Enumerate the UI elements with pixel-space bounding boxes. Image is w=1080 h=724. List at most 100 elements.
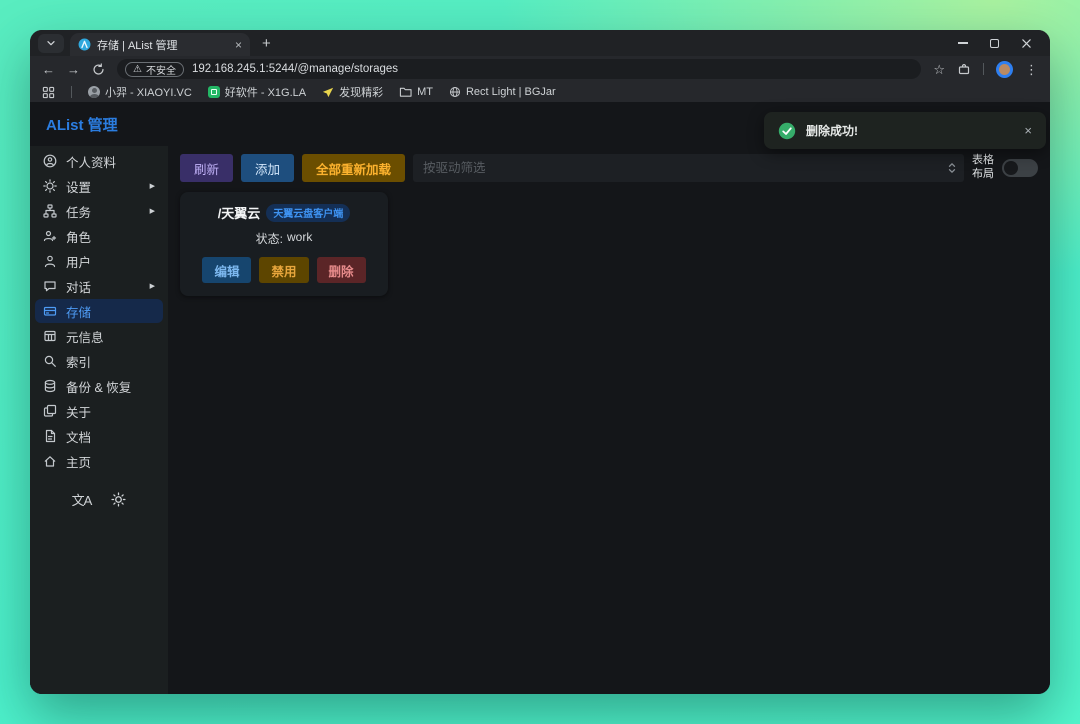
- forward-icon[interactable]: →: [67, 63, 80, 76]
- warning-icon: ⚠: [133, 64, 142, 75]
- apps-grid-icon[interactable]: [42, 86, 55, 99]
- docs-icon: [43, 429, 57, 443]
- storages-main: 刷新 添加 全部重新加载 表格 布局: [168, 146, 1050, 694]
- avatar-face: [999, 64, 1010, 75]
- filter-wrapper: [413, 154, 964, 182]
- chat-icon: [43, 279, 57, 293]
- sidebar-item-label: 存储: [66, 302, 91, 321]
- storage-icon: [43, 304, 57, 318]
- bookmarks-bar: 小羿 - XIAOYI.VC 好软件 - X1G.LA 发现精彩 MT: [30, 82, 1050, 102]
- sidebar-item-settings[interactable]: 设置 ▶: [35, 174, 163, 198]
- security-label: 不安全: [146, 62, 176, 77]
- toggle-knob: [1004, 161, 1018, 175]
- sort-arrows-icon[interactable]: [947, 161, 957, 175]
- app-title: AList 管理: [46, 114, 118, 135]
- storage-card-actions: 编辑 禁用 删除: [202, 257, 365, 283]
- bookmark-item[interactable]: 好软件 - X1G.LA: [208, 84, 306, 100]
- bookmark-item[interactable]: 小羿 - XIAOYI.VC: [88, 84, 192, 100]
- profile-avatar[interactable]: [996, 61, 1013, 78]
- add-button[interactable]: 添加: [241, 154, 294, 182]
- window-controls: [958, 38, 1040, 49]
- sidebar-item-home[interactable]: 主页: [35, 449, 163, 473]
- mount-path: /天翼云: [218, 203, 261, 222]
- delete-button[interactable]: 删除: [317, 257, 366, 283]
- sidebar-item-label: 任务: [66, 202, 91, 221]
- reload-all-button[interactable]: 全部重新加载: [302, 154, 405, 182]
- new-tab-button[interactable]: +: [262, 35, 271, 52]
- toast-close-icon[interactable]: ×: [1024, 123, 1032, 138]
- settings-icon: [43, 179, 57, 193]
- driver-filter-input[interactable]: [413, 154, 964, 182]
- home-icon: [43, 454, 57, 468]
- tasks-icon: [43, 204, 57, 218]
- folder-icon: [399, 86, 412, 98]
- globe-icon: [449, 86, 461, 98]
- security-chip[interactable]: ⚠ 不安全: [125, 62, 184, 77]
- sidebar-item-label: 索引: [66, 352, 91, 371]
- bookmark-label: Rect Light | BGJar: [466, 86, 556, 98]
- language-switch-icon[interactable]: 文A: [72, 490, 92, 509]
- backup-icon: [43, 379, 57, 393]
- table-layout-label: 表格 布局: [972, 154, 994, 182]
- edit-button[interactable]: 编辑: [202, 257, 251, 283]
- sidebar-item-metas[interactable]: 元信息: [35, 324, 163, 348]
- refresh-button[interactable]: 刷新: [180, 154, 233, 182]
- bookmarks-separator: [71, 86, 72, 98]
- bookmark-item[interactable]: 发现精彩: [322, 84, 383, 100]
- theme-sun-icon[interactable]: [111, 492, 126, 507]
- sidebar-item-label: 角色: [66, 227, 91, 246]
- browser-window: 存储 | AList 管理 × + ← → ⚠ 不安全 192.168.245.…: [30, 30, 1050, 694]
- bookmark-star-icon[interactable]: ☆: [933, 63, 945, 76]
- minimize-icon[interactable]: [958, 42, 968, 43]
- extensions-icon[interactable]: [957, 62, 971, 76]
- chevron-right-icon: ▶: [150, 182, 155, 190]
- success-check-icon: [778, 122, 796, 140]
- page-body: 个人资料 设置 ▶ 任务 ▶ 角色: [30, 146, 1050, 694]
- bookmark-item[interactable]: MT: [399, 86, 433, 98]
- sidebar-item-conversations[interactable]: 对话 ▶: [35, 274, 163, 298]
- bookmark-item[interactable]: Rect Light | BGJar: [449, 86, 556, 98]
- tab-search-button[interactable]: [38, 34, 64, 53]
- sidebar-item-label: 备份 & 恢复: [66, 377, 131, 396]
- users-icon: [43, 254, 57, 268]
- browser-menu-icon[interactable]: ⋮: [1025, 63, 1038, 76]
- bookmark-plane-icon: [322, 86, 334, 98]
- sidebar-item-storages[interactable]: 存储: [35, 299, 163, 323]
- sidebar-item-label: 设置: [66, 177, 91, 196]
- sidebar-item-label: 主页: [66, 452, 91, 471]
- sidebar-item-docs[interactable]: 文档: [35, 424, 163, 448]
- maximize-icon[interactable]: [990, 39, 999, 48]
- sidebar-item-label: 个人资料: [66, 152, 116, 171]
- sidebar-item-label: 关于: [66, 402, 91, 421]
- storage-card-title-row: /天翼云 天翼云盘客户端: [218, 203, 351, 222]
- sidebar-item-profile[interactable]: 个人资料: [35, 149, 163, 173]
- sidebar-item-label: 对话: [66, 277, 91, 296]
- sidebar-item-tasks[interactable]: 任务 ▶: [35, 199, 163, 223]
- bookmark-label: MT: [417, 86, 433, 98]
- browser-tab[interactable]: 存储 | AList 管理 ×: [70, 33, 250, 56]
- toolbar-right: ☆ ⋮: [933, 61, 1038, 78]
- address-bar[interactable]: ⚠ 不安全 192.168.245.1:5244/@manage/storage…: [117, 59, 921, 79]
- tab-strip: 存储 | AList 管理 × +: [30, 30, 1050, 56]
- sidebar-item-users[interactable]: 用户: [35, 249, 163, 273]
- search-icon: [43, 354, 57, 368]
- sidebar-item-roles[interactable]: 角色: [35, 224, 163, 248]
- sidebar-item-indexes[interactable]: 索引: [35, 349, 163, 373]
- alist-favicon: [78, 38, 91, 51]
- close-window-icon[interactable]: [1021, 38, 1032, 49]
- sidebar-item-about[interactable]: 关于: [35, 399, 163, 423]
- reload-icon[interactable]: [92, 63, 105, 76]
- sidebar-item-backup[interactable]: 备份 & 恢复: [35, 374, 163, 398]
- bookmark-label: 小羿 - XIAOYI.VC: [105, 84, 192, 100]
- status-value: work: [287, 230, 312, 247]
- storages-toolbar: 刷新 添加 全部重新加载 表格 布局: [180, 154, 1038, 182]
- back-icon[interactable]: ←: [42, 63, 55, 76]
- about-icon: [43, 404, 57, 418]
- address-toolbar: ← → ⚠ 不安全 192.168.245.1:5244/@manage/sto…: [30, 56, 1050, 82]
- bookmark-avatar-icon: [88, 86, 100, 98]
- table-layout-toggle[interactable]: [1002, 159, 1038, 177]
- tab-close-icon[interactable]: ×: [235, 39, 242, 51]
- disable-button[interactable]: 禁用: [259, 257, 308, 283]
- driver-badge[interactable]: 天翼云盘客户端: [266, 204, 350, 222]
- toolbar-separator: [983, 63, 984, 75]
